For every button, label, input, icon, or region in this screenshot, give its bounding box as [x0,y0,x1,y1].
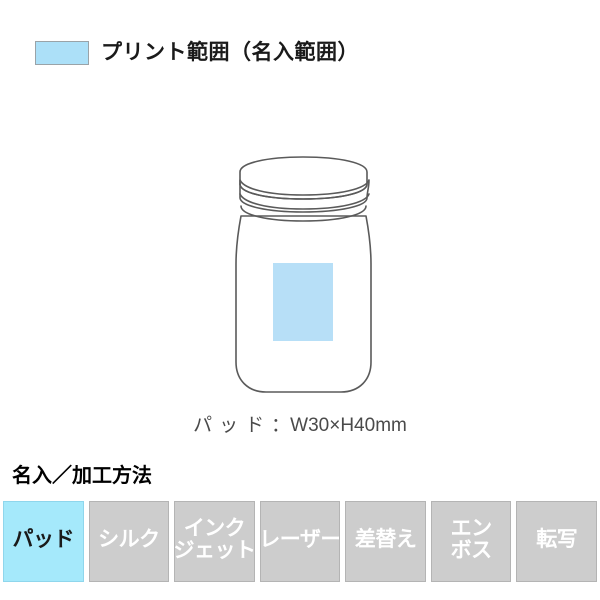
print-area-legend-label: プリント範囲（名入範囲） [101,41,359,64]
method-tile-label: ジェット [174,539,255,562]
method-tile-label: エン [450,516,493,540]
method-tile-inkjet[interactable]: インク ジェット [174,501,255,582]
method-tile-label: ボス [450,539,493,562]
method-tile-pad[interactable]: パッド [3,501,84,582]
print-area-caption: パッド：W30×H40mm [0,410,600,437]
method-tile-list: パッド シルク インク ジェット レーザー 差替え エン ボス 転写 [3,501,598,582]
method-tile-silk[interactable]: シルク [88,501,170,582]
product-illustration [0,140,600,410]
print-area-rect [273,263,333,341]
method-tile-laser[interactable]: レーザー [259,501,341,582]
print-area-swatch [35,41,89,65]
method-tile-label: 転写 [536,527,578,551]
caption-method: パッド [193,415,272,436]
method-tile-transfer[interactable]: 転写 [516,501,598,582]
method-tile-label: パッド [12,527,75,551]
caption-separator: ： [271,415,291,436]
caption-dimensions: W30×H40mm [290,415,407,436]
method-tile-label: シルク [98,527,160,551]
method-tile-emboss[interactable]: エン ボス [430,501,512,582]
print-area-legend: プリント範囲（名入範囲） [35,41,359,65]
method-tile-label: インク [183,516,246,540]
method-tile-label: レーザー [259,527,341,551]
section-heading: 名入／加工方法 [12,465,152,487]
method-tile-label: 差替え [354,527,417,551]
method-tile-replacement[interactable]: 差替え [345,501,426,582]
